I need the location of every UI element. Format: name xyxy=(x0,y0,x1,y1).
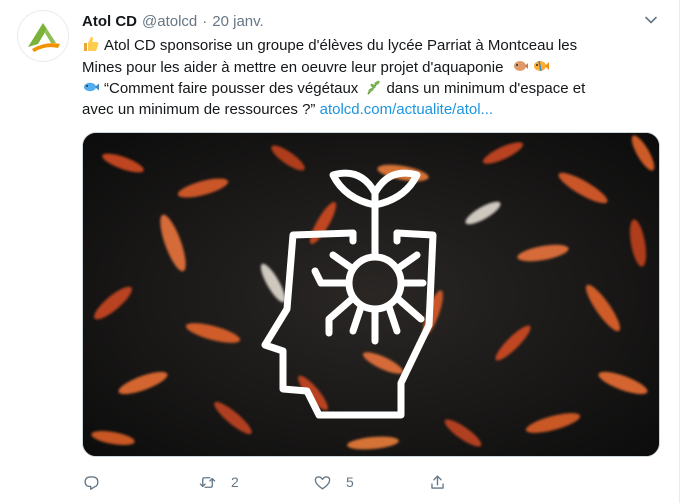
tweet-text: Atol CD sponsorise un groupe d'élèves du… xyxy=(82,35,667,120)
tweet-text-segment: Mines pour les aider à mettre en oeuvre … xyxy=(82,58,504,76)
author-name[interactable]: Atol CD xyxy=(82,13,137,30)
reply-icon xyxy=(84,475,99,490)
tweet-text-line-4: avec un minimum de ressources ?” atolcd.… xyxy=(82,100,667,121)
blowfish-icon xyxy=(513,60,528,71)
share-icon xyxy=(431,474,444,489)
tweet-link[interactable]: atolcd.com/actualite/atol... xyxy=(320,101,493,118)
share-button[interactable] xyxy=(428,470,447,494)
herb-icon xyxy=(367,80,381,95)
tweet-header: Atol CD @atolcd · 20 janv. xyxy=(82,11,264,31)
tweet-text-line-2: Mines pour les aider à mettre en oeuvre … xyxy=(82,57,667,79)
tweet-media-image[interactable] xyxy=(82,132,660,457)
retweet-count: 2 xyxy=(231,474,239,490)
retweet-icon xyxy=(199,476,216,488)
tweet-card[interactable]: Atol CD @atolcd · 20 janv. Atol CD spons… xyxy=(0,0,680,503)
tropical-fish-icon xyxy=(533,60,549,71)
tweet-text-segment: dans un minimum d'espace et xyxy=(386,80,586,97)
fish-icon xyxy=(84,82,99,92)
like-button[interactable]: 5 xyxy=(313,470,354,494)
tweet-text-segment: avec un minimum de ressources ?” xyxy=(82,100,316,118)
atol-logo-icon xyxy=(28,23,60,52)
tweet-text-line-1: Atol CD sponsorise un groupe d'élèves du… xyxy=(82,35,667,57)
avatar[interactable] xyxy=(17,10,69,62)
tweet-date[interactable]: 20 janv. xyxy=(212,13,263,30)
tweet-text-segment: “Comment faire pousser des végétaux xyxy=(104,80,359,97)
chevron-down-icon[interactable] xyxy=(643,12,659,28)
author-handle[interactable]: @atolcd xyxy=(142,13,197,30)
thumbs-up-icon xyxy=(84,36,99,51)
koi-pond-image xyxy=(83,133,659,456)
retweet-button[interactable]: 2 xyxy=(198,470,239,494)
tweet-actions: 2 5 xyxy=(82,470,642,494)
separator: · xyxy=(202,12,208,30)
tweet-text-line-3: “Comment faire pousser des végétaux dans… xyxy=(82,78,667,100)
heart-icon xyxy=(314,475,331,490)
reply-button[interactable] xyxy=(82,470,115,494)
like-count: 5 xyxy=(346,474,354,490)
tweet-text-segment: Atol CD sponsorise un groupe d'élèves du… xyxy=(104,37,578,54)
